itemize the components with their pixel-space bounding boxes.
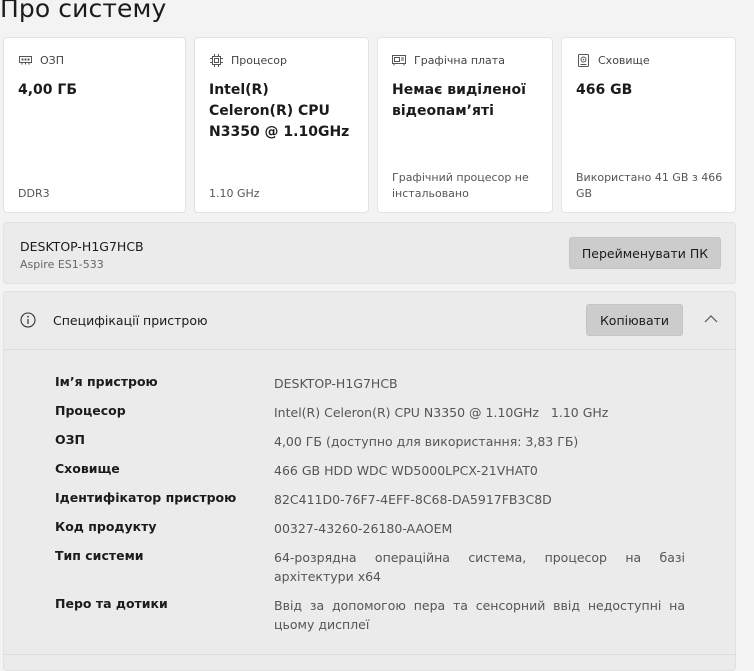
- card-storage-header: Сховище: [576, 53, 650, 67]
- divider: [3, 654, 736, 655]
- card-ram-footer: DDR3: [18, 187, 50, 200]
- spec-value: Intel(R) Celeron(R) CPU N3350 @ 1.10GHz …: [274, 405, 609, 420]
- spec-key: Ідентифікатор пристрою: [55, 490, 237, 505]
- spec-key: Процесор: [55, 403, 126, 418]
- storage-icon: [576, 53, 590, 67]
- card-cpu-value: Intel(R) Celeron(R) CPU N3350 @ 1.10GHz: [209, 82, 350, 140]
- ram-icon: [18, 53, 32, 67]
- card-cpu-label: Процесор: [231, 53, 287, 67]
- device-model: Aspire ES1-533: [20, 258, 104, 271]
- spec-key: ОЗП: [55, 432, 85, 447]
- spec-value: 64-розрядна операційна система, процесор…: [274, 550, 685, 584]
- device-bar: DESKTOP-H1G7HCB Aspire ES1-533 Переймену…: [3, 222, 736, 284]
- card-storage-label: Сховище: [598, 53, 650, 67]
- spec-value: 466 GB HDD WDC WD5000LPCX-21VHAT0: [274, 463, 538, 478]
- copy-button[interactable]: Копіювати: [586, 304, 683, 336]
- card-cpu-header: Процесор: [209, 53, 287, 67]
- spec-value: 00327-43260-26180-AAOEM: [274, 521, 453, 536]
- spec-key: Перо та дотики: [55, 596, 168, 611]
- device-name: DESKTOP-H1G7HCB: [20, 239, 144, 254]
- card-cpu: Процесор Intel(R) Celeron(R) CPU N3350 @…: [194, 37, 369, 213]
- spec-value: 4,00 ГБ (доступно для використання: 3,83…: [274, 434, 579, 449]
- card-ram-value: 4,00 ГБ: [18, 82, 78, 98]
- chevron-up-icon[interactable]: [702, 310, 720, 328]
- spec-key: Сховище: [55, 461, 120, 476]
- spec-value: DESKTOP-H1G7HCB: [274, 376, 398, 391]
- card-gpu-header: Графічна плата: [392, 53, 505, 67]
- card-cpu-footer: 1.10 GHz: [209, 187, 260, 200]
- card-storage-footer: Використано 41 GB з 466 GB: [576, 171, 723, 200]
- cpu-icon: [209, 53, 223, 67]
- spec-key: Ім’я пристрою: [55, 374, 158, 389]
- card-gpu-label: Графічна плата: [414, 53, 505, 67]
- device-specifications-title: Специфікації пристрою: [53, 313, 208, 328]
- rename-pc-button[interactable]: Перейменувати ПК: [569, 237, 721, 269]
- card-storage-value: 466 GB: [576, 82, 633, 98]
- card-gpu-footer: Графічний процесор не інстальовано: [392, 171, 529, 200]
- card-gpu: Графічна плата Немає виділеної відеопам’…: [377, 37, 553, 213]
- device-specifications-panel: Специфікації пристрою Копіювати Ім’я при…: [3, 291, 736, 671]
- spec-key: Код продукту: [55, 519, 157, 534]
- spec-key: Тип системи: [55, 548, 144, 563]
- page-title: Про систему: [0, 0, 167, 23]
- card-gpu-value: Немає виділеної відеопам’яті: [392, 82, 526, 119]
- spec-value: 82C411D0-76F7-4EFF-8C68-DA5917FB3C8D: [274, 492, 552, 507]
- spec-value: Ввід за допомогою пера та сенсорний ввід…: [274, 598, 685, 632]
- card-storage: Сховище 466 GB Використано 41 GB з 466 G…: [561, 37, 736, 213]
- card-ram-label: ОЗП: [40, 53, 64, 67]
- device-specifications-header[interactable]: Специфікації пристрою Копіювати: [4, 292, 735, 350]
- card-ram: ОЗП 4,00 ГБ DDR3: [3, 37, 186, 213]
- card-ram-header: ОЗП: [18, 53, 64, 67]
- info-icon: [20, 312, 36, 328]
- gpu-icon: [392, 53, 406, 67]
